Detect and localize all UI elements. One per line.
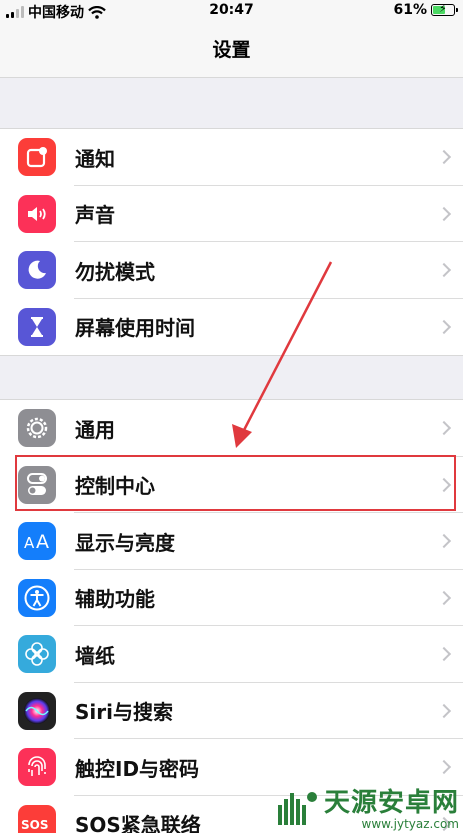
settings-row-sound[interactable]: 声音 [0, 186, 463, 242]
page-title: 设置 [0, 22, 463, 78]
settings-row-label: 控制中心 [75, 474, 155, 499]
chevron-right-icon [436, 590, 452, 605]
settings-row-label: 通用 [75, 417, 115, 442]
settings-row-notifications[interactable]: 通知 [0, 129, 463, 186]
status-bar: 中国移动 20:47 61% ⚡ [0, 0, 463, 22]
settings-group-2: 通用控制中心 A A 显示与亮度辅助功能墙纸 Siri与搜索触控ID与密码 SOS SOS紧… [0, 399, 463, 833]
chevron-right-icon [436, 647, 452, 662]
toggles-icon [18, 465, 56, 504]
hourglass-icon [18, 307, 56, 346]
chevron-right-icon [436, 150, 452, 165]
chevron-right-icon [436, 263, 452, 278]
settings-row-siri[interactable]: Siri与搜索 [0, 683, 463, 739]
settings-row-label: SOS紧急联络 [75, 813, 201, 833]
chevron-right-icon [436, 534, 452, 549]
settings-row-moon[interactable]: 勿扰模式 [0, 242, 463, 299]
settings-row-label: Siri与搜索 [75, 700, 173, 725]
notifications-icon [18, 138, 56, 177]
sos-icon: SOS [18, 804, 56, 833]
watermark-text: 天源安卓网 [323, 788, 459, 818]
status-right: 61% ⚡ [393, 2, 458, 18]
accessibility-icon [18, 578, 56, 617]
watermark: 天源安卓网 www.jytyaz.com [274, 782, 459, 831]
battery-icon: ⚡ [431, 2, 458, 16]
svg-text:SOS: SOS [21, 818, 49, 832]
settings-row-flower[interactable]: 墙纸 [0, 626, 463, 683]
settings-row-text-size[interactable]: A A 显示与亮度 [0, 513, 463, 570]
chevron-right-icon [436, 206, 452, 221]
svg-text:A: A [24, 534, 35, 552]
settings-row-label: 触控ID与密码 [75, 756, 200, 781]
settings-row-label: 屏幕使用时间 [75, 316, 195, 341]
chevron-right-icon [436, 477, 452, 492]
svg-text:A: A [36, 531, 49, 553]
flower-icon [18, 635, 56, 674]
text-size-icon: AA [18, 522, 56, 561]
battery-percent: 61% [393, 2, 427, 18]
chevron-right-icon [436, 421, 452, 436]
settings-row-accessibility[interactable]: 辅助功能 [0, 570, 463, 626]
settings-group-1: 通知声音勿扰模式屏幕使用时间 [0, 128, 463, 356]
fingerprint-icon [18, 748, 56, 787]
sound-icon [18, 194, 56, 233]
settings-row-hourglass[interactable]: 屏幕使用时间 [0, 299, 463, 356]
chevron-right-icon [436, 319, 452, 334]
settings-row-toggles[interactable]: 控制中心 [0, 457, 463, 513]
settings-row-label: 声音 [75, 203, 115, 228]
settings-row-label: 勿扰模式 [75, 259, 155, 284]
settings-row-label: 通知 [75, 146, 115, 171]
settings-row-gear[interactable]: 通用 [0, 400, 463, 457]
settings-row-label: 墙纸 [75, 643, 115, 668]
chevron-right-icon [436, 703, 452, 718]
gear-icon [18, 409, 56, 448]
watermark-url: www.jytyaz.com [361, 817, 460, 831]
settings-row-label: 辅助功能 [75, 587, 155, 612]
moon-icon [18, 251, 56, 290]
settings-row-label: 显示与亮度 [75, 530, 175, 555]
android-logo-icon [277, 791, 317, 825]
siri-icon [18, 691, 56, 730]
chevron-right-icon [436, 760, 452, 775]
